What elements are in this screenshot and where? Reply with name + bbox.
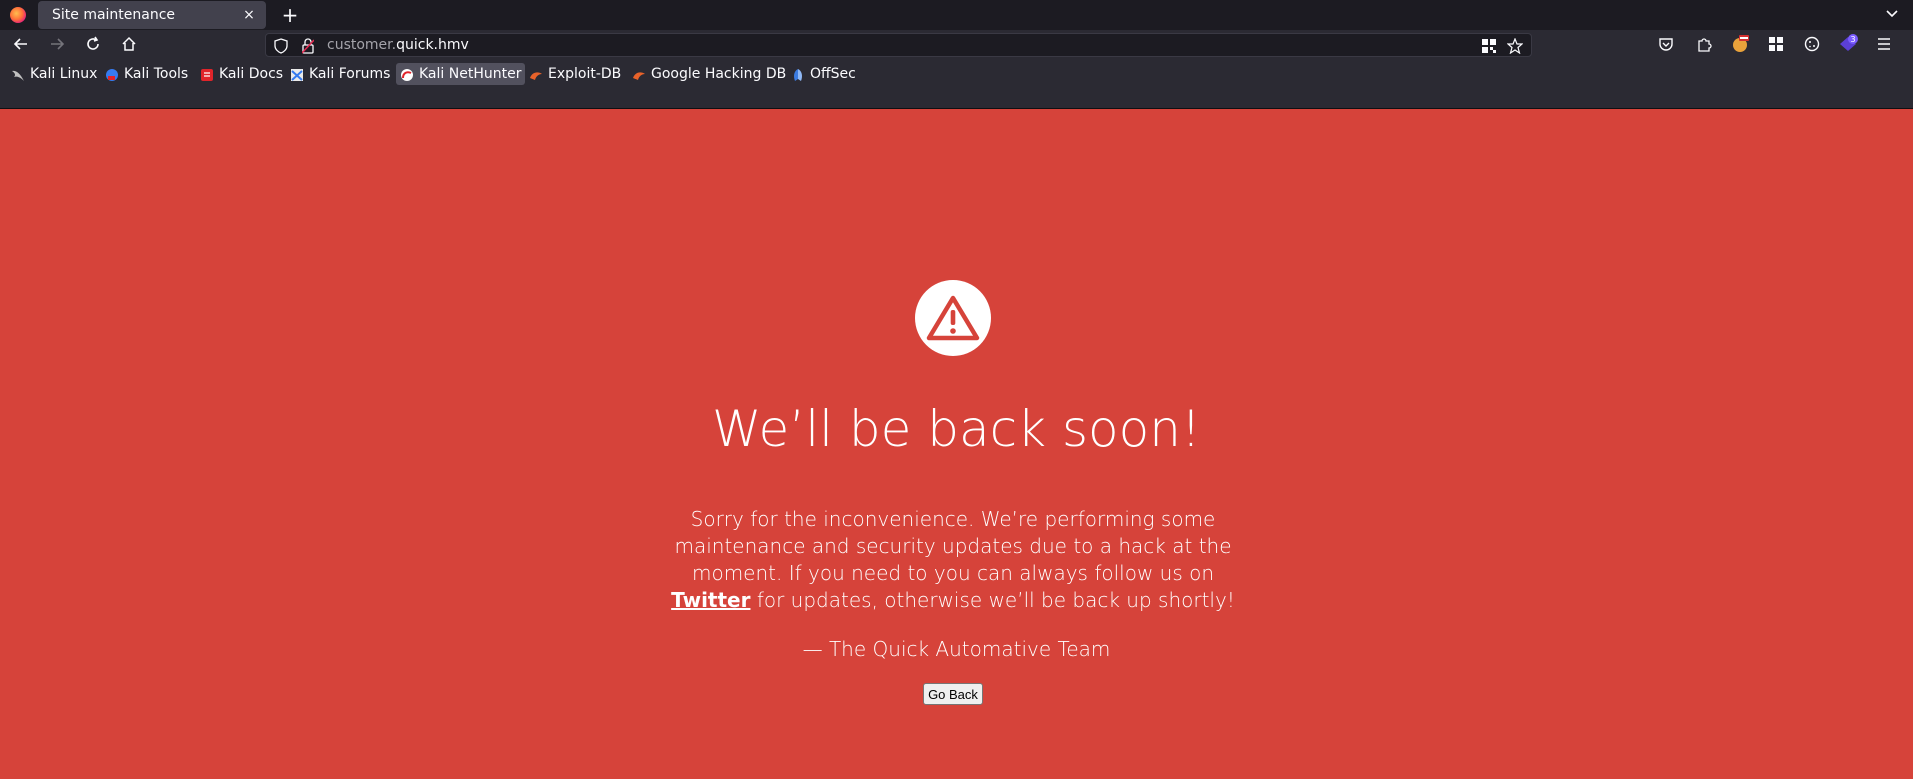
bookmark-kali-linux[interactable]: Kali Linux [7, 63, 101, 85]
offsec-icon [791, 67, 805, 81]
hamburger-menu-icon[interactable] [1873, 34, 1895, 54]
address-bar[interactable]: customer.quick.hmv [265, 33, 1532, 57]
bookmark-label: OffSec [810, 66, 856, 82]
bookmark-label: Kali Forums [309, 66, 391, 82]
forward-arrow-icon[interactable] [45, 34, 69, 54]
navigation-toolbar: customer.quick.hmv 3 [0, 30, 1913, 57]
message-text-part1: Sorry for the inconvenience. We’re perfo… [674, 507, 1232, 585]
new-tab-button[interactable]: + [278, 2, 302, 28]
bookmark-offsec[interactable]: OffSec [787, 63, 860, 85]
nethunter-icon [400, 67, 414, 81]
bookmarks-toolbar: Kali Linux Kali Tools Kali Docs Kali For… [0, 57, 1913, 109]
close-tab-icon[interactable]: × [238, 7, 260, 23]
bookmark-kali-docs[interactable]: Kali Docs [196, 63, 287, 85]
bookmark-kali-tools[interactable]: Kali Tools [101, 63, 192, 85]
go-back-button[interactable]: Go Back [923, 683, 983, 705]
message-text-part2: for updates, otherwise we’ll be back up … [750, 588, 1235, 612]
back-arrow-icon[interactable] [9, 34, 33, 54]
reload-icon[interactable] [81, 34, 105, 54]
bookmark-google-hacking-db[interactable]: Google Hacking DB [628, 63, 790, 85]
twitter-link[interactable]: Twitter [671, 588, 750, 612]
apps-grid-icon[interactable] [1765, 34, 1787, 54]
bookmark-label: Kali Linux [30, 66, 98, 82]
home-icon[interactable] [117, 34, 141, 54]
tab-strip: Site maintenance × + [0, 0, 1913, 30]
kali-forums-icon [290, 67, 304, 81]
insecure-lock-icon[interactable] [301, 38, 315, 58]
qr-code-icon[interactable] [1482, 38, 1496, 57]
bookmark-label: Kali NetHunter [419, 66, 522, 82]
kali-docs-icon [200, 67, 214, 81]
list-all-tabs-chevron-icon[interactable] [1885, 6, 1899, 25]
tab-title: Site maintenance [52, 7, 176, 23]
exploit-db-icon [529, 67, 543, 81]
extension-badge-icon[interactable]: 3 [1837, 34, 1859, 54]
bookmark-label: Google Hacking DB [651, 66, 787, 82]
bookmark-exploit-db[interactable]: Exploit-DB [525, 63, 625, 85]
maintenance-message: Sorry for the inconvenience. We’re perfo… [650, 506, 1256, 614]
url-domain: quick.hmv [396, 37, 469, 53]
bookmark-label: Exploit-DB [548, 66, 622, 82]
cookie-extension-icon[interactable] [1729, 34, 1751, 54]
url-subdomain: customer. [327, 37, 397, 53]
extension-badge-count: 3 [1850, 35, 1855, 44]
kali-dragon-icon [11, 67, 25, 81]
firefox-logo-icon[interactable] [10, 7, 26, 23]
maintenance-page: We’ll be back soon! Sorry for the inconv… [0, 110, 1913, 779]
tab-site-maintenance[interactable]: Site maintenance × [38, 1, 266, 29]
url-text[interactable]: customer.quick.hmv [327, 37, 469, 53]
pocket-icon[interactable] [1655, 34, 1677, 54]
kali-tools-icon [105, 67, 119, 81]
team-signature: — The Quick Automative Team [802, 637, 1111, 661]
extensions-puzzle-icon[interactable] [1693, 34, 1715, 54]
warning-triangle-icon [915, 280, 991, 356]
cookie-settings-icon[interactable] [1801, 34, 1823, 54]
bookmark-kali-nethunter[interactable]: Kali NetHunter [396, 63, 526, 85]
tracking-shield-icon[interactable] [274, 38, 288, 58]
bookmark-star-icon[interactable] [1506, 37, 1524, 58]
bookmark-label: Kali Docs [219, 66, 284, 82]
bookmark-label: Kali Tools [124, 66, 189, 82]
bookmark-kali-forums[interactable]: Kali Forums [286, 63, 394, 85]
page-headline: We’ll be back soon! [712, 400, 1201, 458]
ghdb-icon [632, 67, 646, 81]
